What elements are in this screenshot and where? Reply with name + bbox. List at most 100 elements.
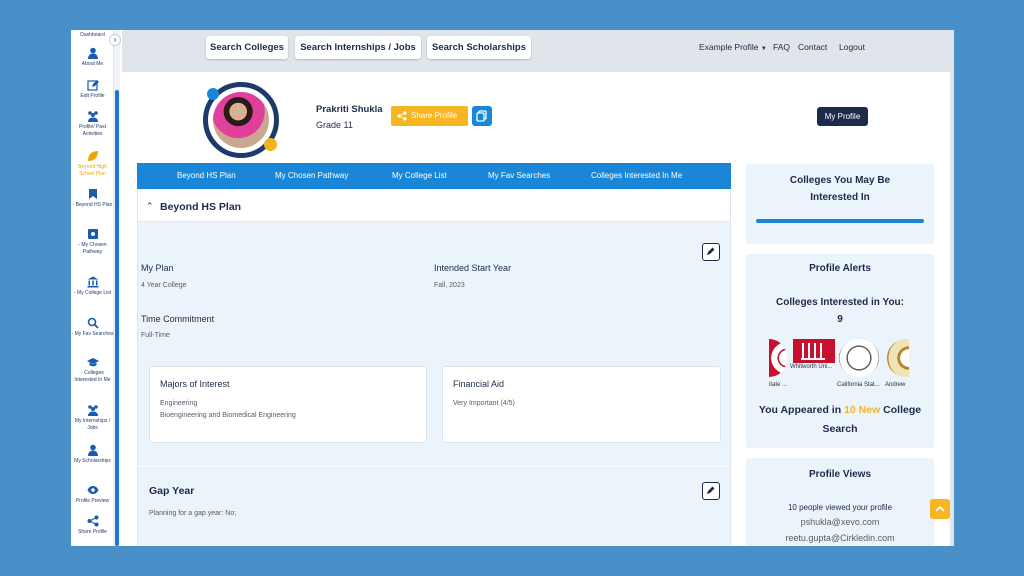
sidebar-scrollbar[interactable]	[114, 30, 120, 546]
search-colleges-button[interactable]: Search Colleges	[206, 36, 288, 59]
avatar-badge-blue	[207, 88, 219, 100]
person-icon	[87, 47, 98, 59]
college-logo-3-caption: California Stat...	[837, 382, 880, 388]
search-scholarships-button[interactable]: Search Scholarships	[427, 36, 531, 59]
sidebar-item-colleges-interested[interactable]: - Colleges Interested In Me	[71, 356, 114, 384]
viewer-email-1[interactable]: pshukla@xevo.com	[746, 517, 934, 527]
tab-beyond-hs-plan[interactable]: Beyond HS Plan	[177, 163, 236, 189]
sidebar-scrollbar-thumb[interactable]	[115, 90, 119, 546]
colleges-may-be-interested-card: Colleges You May Be Interested In	[746, 164, 934, 244]
pathway-icon	[87, 229, 98, 239]
loading-progress-bar	[756, 219, 924, 223]
sidebar-item-college-list[interactable]: - My College List	[71, 276, 114, 297]
gap-year-title: Gap Year	[149, 485, 195, 497]
search-internships-button[interactable]: Search Internships / Jobs	[295, 36, 421, 59]
bookmark-icon	[88, 189, 97, 199]
scroll-to-top-button[interactable]	[930, 499, 950, 519]
time-commitment-value: Full-Time	[141, 332, 170, 339]
edit-gap-year-button[interactable]	[702, 482, 720, 500]
college-logo-2[interactable]	[793, 339, 835, 363]
panel-header[interactable]: ⌃ Beyond HS Plan	[138, 190, 730, 222]
app-window: Dashboard About Me Edit Profile Profile/…	[71, 30, 954, 546]
financial-aid-card: Financial Aid Very Important (4/5)	[442, 366, 721, 443]
profile-grade: Grade 11	[316, 120, 353, 130]
search-icon	[87, 317, 99, 329]
college-logo-1-caption: itate ...	[769, 382, 788, 388]
sidebar-item-chosen-pathway[interactable]: - My Chosen Pathway	[71, 228, 114, 256]
copy-link-button[interactable]	[472, 106, 492, 126]
colleges-interested-count: Colleges Interested in You: 9	[776, 297, 904, 325]
sidebar-item-past-activities[interactable]: Profile/ Past Activities	[71, 110, 114, 138]
tab-college-list[interactable]: My College List	[392, 163, 447, 189]
top-navbar: Search Colleges Search Internships / Job…	[122, 30, 954, 72]
tab-colleges-interested[interactable]: Colleges Interested In Me	[591, 163, 682, 189]
edit-icon	[86, 80, 99, 91]
copy-icon	[476, 110, 487, 122]
sidebar-item-about-me[interactable]: About Me	[71, 47, 114, 68]
logout-link[interactable]: Logout	[839, 42, 865, 52]
sidebar: Dashboard About Me Edit Profile Profile/…	[71, 30, 114, 546]
beyond-hs-plan-panel: ⌃ Beyond HS Plan My Plan 4 Year College …	[137, 190, 731, 546]
major-specialty: Bioengineering and Biomedical Engineerin…	[160, 412, 296, 419]
bank-icon	[87, 276, 98, 288]
person-icon	[87, 444, 98, 456]
leaf-icon	[87, 151, 98, 161]
college-logo-4-caption: Andrew	[885, 382, 906, 388]
sidebar-item-dashboard[interactable]: Dashboard	[71, 32, 114, 39]
start-year-value: Fall, 2023	[434, 282, 465, 289]
financial-aid-value: Very Important (4/5)	[453, 400, 515, 407]
my-profile-button[interactable]: My Profile	[817, 107, 868, 126]
sidebar-item-profile-preview[interactable]: Profile Preview	[71, 484, 114, 505]
section-divider	[138, 466, 730, 467]
college-logo-2-caption: Whitworth Uni...	[790, 364, 833, 370]
share-profile-button[interactable]: Share Profile	[391, 106, 468, 126]
majors-title: Majors of Interest	[160, 379, 230, 389]
group-icon	[87, 405, 98, 416]
sidebar-item-share-profile[interactable]: Share Profile	[71, 515, 114, 536]
viewer-email-2[interactable]: reetu.gupta@Cirkledin.com	[746, 533, 934, 543]
chevron-up-icon	[935, 505, 945, 512]
edit-plan-button[interactable]	[702, 243, 720, 261]
profile-avatar[interactable]	[203, 82, 279, 158]
profile-alerts-title: Profile Alerts	[809, 263, 871, 274]
pencil-icon	[707, 486, 715, 494]
financial-aid-title: Financial Aid	[453, 379, 505, 389]
profile-name: Prakriti Shukla	[316, 104, 383, 115]
sidebar-item-edit-profile[interactable]: Edit Profile	[71, 79, 114, 100]
college-logo-2-mark	[801, 343, 825, 360]
page-scroll-track[interactable]	[950, 72, 954, 546]
eye-icon	[87, 486, 98, 494]
profile-photo	[213, 92, 269, 148]
example-profile-dropdown[interactable]: Example Profile ▼	[699, 42, 767, 52]
time-commitment-label: Time Commitment	[141, 314, 215, 324]
tab-chosen-pathway[interactable]: My Chosen Pathway	[275, 163, 348, 189]
avatar-badge-yellow	[264, 138, 277, 151]
sidebar-item-fav-searches[interactable]: - My Fav Searches	[71, 317, 114, 338]
sidebar-item-beyond-hs-plan[interactable]: - Beyond HS Plan	[71, 188, 114, 209]
pencil-icon	[707, 247, 715, 255]
gap-year-value: Planning for a gap year: No;	[149, 510, 237, 517]
majors-card: Majors of Interest Engineering Bioengine…	[149, 366, 427, 443]
sidebar-item-beyond-high-school[interactable]: Beyond High School Plan	[71, 150, 114, 178]
group-icon	[87, 111, 98, 122]
sidebar-item-internships[interactable]: My Internships / Jobs	[71, 404, 114, 432]
share-icon	[397, 111, 407, 121]
new-searches-count: 10 New	[844, 404, 881, 416]
start-year-label: Intended Start Year	[434, 263, 512, 273]
plan-tabs: Beyond HS Plan My Chosen Pathway My Coll…	[137, 163, 731, 189]
contact-link[interactable]: Contact	[798, 42, 827, 52]
sidebar-item-scholarships[interactable]: My Scholarships	[71, 444, 114, 465]
graduation-cap-icon	[86, 358, 99, 367]
section-title: Beyond HS Plan	[160, 201, 242, 213]
caret-down-icon: ▼	[760, 46, 767, 52]
sidebar-toggle-button[interactable]: ›	[109, 34, 121, 46]
tab-fav-searches[interactable]: My Fav Searches	[488, 163, 550, 189]
faq-link[interactable]: FAQ	[773, 42, 790, 52]
appeared-in-searches: You Appeared in 10 New College Search	[758, 404, 922, 435]
profile-views-count: 10 people viewed your profile	[787, 503, 893, 512]
my-plan-value: 4 Year College	[141, 282, 187, 289]
college-logo-3[interactable]	[839, 339, 879, 377]
may-be-interested-title: Colleges You May Be Interested In	[789, 175, 891, 203]
major-field: Engineering	[160, 400, 198, 407]
chevron-up-icon: ⌃	[146, 201, 154, 211]
